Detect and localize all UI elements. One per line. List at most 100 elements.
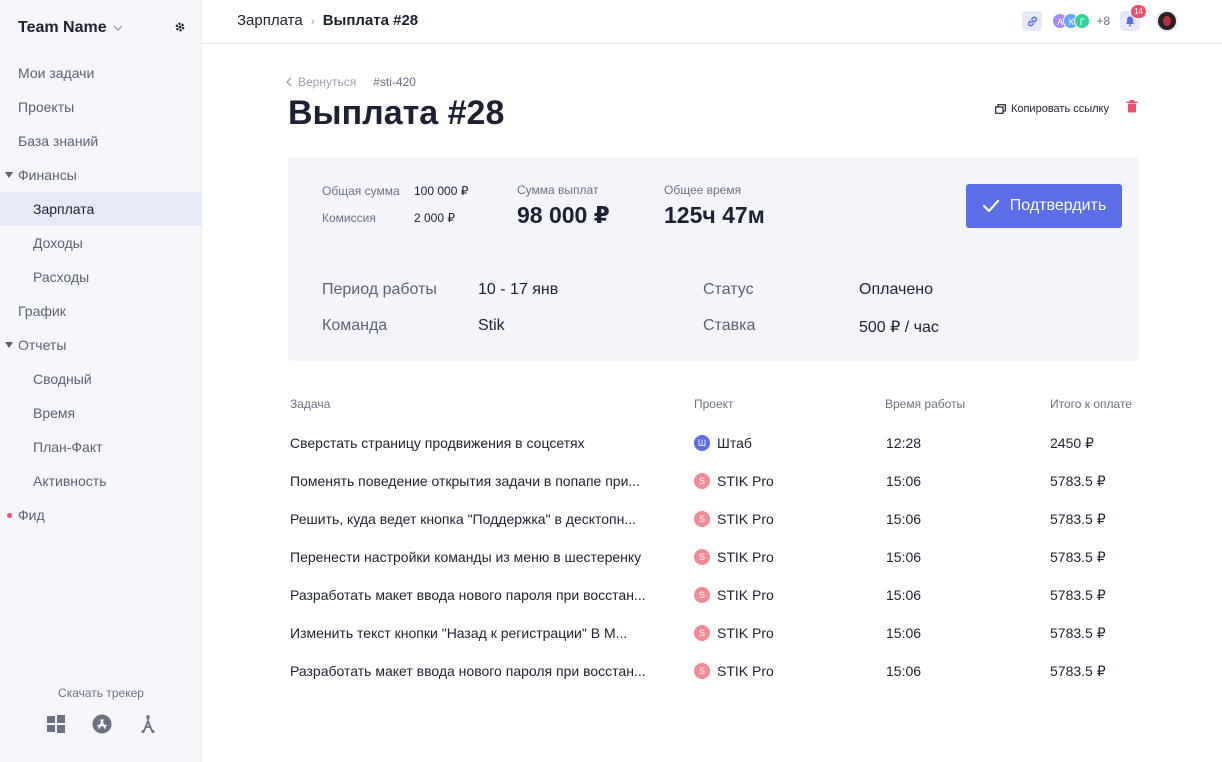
back-link[interactable]: Вернуться bbox=[286, 75, 356, 89]
sidebar-item-finance[interactable]: Финансы bbox=[0, 158, 202, 192]
task-title[interactable]: Разработать макет ввода нового пароля пр… bbox=[290, 586, 670, 604]
chevron-right-icon: › bbox=[310, 13, 315, 28]
sidebar-item-income[interactable]: Доходы bbox=[0, 226, 202, 260]
period-value: 10 - 17 янв bbox=[478, 281, 559, 298]
caret-down-icon bbox=[5, 172, 13, 178]
project-icon: S bbox=[694, 663, 710, 679]
project-cell: S STIK Pro bbox=[694, 548, 774, 566]
trash-icon[interactable] bbox=[1126, 100, 1138, 113]
total-amount: 5783.5 ₽ bbox=[1050, 587, 1106, 603]
project-cell: S STIK Pro bbox=[694, 624, 774, 642]
sidebar-item-label: График bbox=[18, 303, 66, 319]
task-title[interactable]: Разработать макет ввода нового пароля пр… bbox=[290, 662, 670, 680]
sidebar-item-reports[interactable]: Отчеты bbox=[0, 328, 202, 362]
sidebar-item-time[interactable]: Время bbox=[0, 396, 202, 430]
total-amount: 5783.5 ₽ bbox=[1050, 625, 1106, 641]
project-cell: Ш Штаб bbox=[694, 434, 752, 452]
total-time-label: Общее время bbox=[664, 183, 742, 197]
team-value: Stik bbox=[478, 317, 505, 334]
project-cell: S STIK Pro bbox=[694, 472, 774, 490]
task-title[interactable]: Поменять поведение открытия задачи в поп… bbox=[290, 472, 670, 490]
project-icon: Ш bbox=[694, 435, 710, 451]
member-avatars[interactable]: А К Г bbox=[1052, 13, 1091, 29]
table-row[interactable]: Поменять поведение открытия задачи в поп… bbox=[288, 472, 1139, 510]
table-row[interactable]: Изменить текст кнопки "Назад к регистрац… bbox=[288, 624, 1139, 662]
sidebar-item-label: Время bbox=[33, 405, 76, 421]
total-value: 100 000 ₽ bbox=[414, 184, 469, 198]
sidebar: Team Name Мои задачи Проекты База знаний… bbox=[0, 0, 202, 762]
work-time: 15:06 bbox=[886, 663, 922, 679]
project-cell: S STIK Pro bbox=[694, 510, 774, 528]
project-name: STIK Pro bbox=[717, 587, 774, 603]
table-row[interactable]: Разработать макет ввода нового пароля пр… bbox=[288, 586, 1139, 624]
user-avatar[interactable] bbox=[1156, 10, 1178, 32]
sidebar-item-label: Проекты bbox=[18, 99, 75, 115]
copy-link-button[interactable]: Копировать ссылку bbox=[995, 103, 1109, 115]
app-store-icon[interactable] bbox=[92, 714, 112, 734]
task-title[interactable]: Изменить текст кнопки "Назад к регистрац… bbox=[290, 624, 670, 642]
windows-icon[interactable] bbox=[46, 714, 66, 734]
project-name: STIK Pro bbox=[717, 663, 774, 679]
sidebar-item-my-tasks[interactable]: Мои задачи bbox=[0, 56, 202, 90]
sidebar-item-label: Финансы bbox=[18, 167, 77, 183]
commission-label: Комиссия bbox=[322, 211, 376, 225]
status-value: Оплачено bbox=[859, 281, 933, 298]
payout-label: Сумма выплат bbox=[517, 183, 599, 197]
column-header-project[interactable]: Проект bbox=[694, 397, 734, 411]
sidebar-item-summary[interactable]: Сводный bbox=[0, 362, 202, 396]
table-row[interactable]: Решить, куда ведет кнопка "Поддержка" в … bbox=[288, 510, 1139, 548]
sidebar-item-activity[interactable]: Активность bbox=[0, 464, 202, 498]
column-header-task[interactable]: Задача bbox=[290, 397, 330, 411]
task-title[interactable]: Решить, куда ведет кнопка "Поддержка" в … bbox=[290, 510, 670, 528]
column-header-time[interactable]: Время работы bbox=[885, 397, 965, 411]
period-label: Период работы bbox=[322, 281, 437, 298]
project-icon: S bbox=[694, 549, 710, 565]
share-link-button[interactable] bbox=[1022, 11, 1043, 31]
team-switcher[interactable]: Team Name bbox=[18, 18, 194, 38]
sidebar-item-label: Отчеты bbox=[18, 337, 67, 353]
sidebar-item-label: Доходы bbox=[33, 235, 83, 251]
back-row: Вернуться #sti-420 bbox=[286, 75, 416, 89]
payout-summary-card: Общая сумма 100 000 ₽ Комиссия 2 000 ₽ С… bbox=[288, 157, 1139, 361]
rate-label: Ставка bbox=[703, 317, 756, 334]
work-time: 15:06 bbox=[886, 549, 922, 565]
sidebar-item-label: Зарплата bbox=[33, 201, 95, 217]
chevron-left-icon bbox=[286, 77, 292, 87]
confirm-button[interactable]: Подтвердить bbox=[966, 184, 1122, 228]
table-row[interactable]: Перенести настройки команды из меню в ше… bbox=[288, 548, 1139, 586]
total-amount: 5783.5 ₽ bbox=[1050, 663, 1106, 679]
payout-value: 98 000 ₽ bbox=[517, 202, 610, 228]
sidebar-item-label: Активность bbox=[33, 473, 107, 489]
team-name: Team Name bbox=[18, 19, 107, 36]
sidebar-item-expenses[interactable]: Расходы bbox=[0, 260, 202, 294]
project-name: STIK Pro bbox=[717, 511, 774, 527]
unread-dot bbox=[7, 513, 12, 518]
table-row[interactable]: Разработать макет ввода нового пароля пр… bbox=[288, 662, 1139, 700]
sidebar-item-projects[interactable]: Проекты bbox=[0, 90, 202, 124]
total-amount: 5783.5 ₽ bbox=[1050, 549, 1106, 565]
project-name: STIK Pro bbox=[717, 549, 774, 565]
sidebar-item-schedule[interactable]: График bbox=[0, 294, 202, 328]
table-row[interactable]: Сверстать страницу продвижения в соцсетя… bbox=[288, 434, 1139, 472]
top-actions: А К Г +8 14 bbox=[1022, 5, 1178, 32]
project-icon: S bbox=[694, 473, 710, 489]
task-title[interactable]: Сверстать страницу продвижения в соцсетя… bbox=[290, 434, 670, 452]
chevron-down-icon bbox=[113, 25, 123, 31]
linux-icon[interactable] bbox=[138, 714, 158, 734]
more-members-count[interactable]: +8 bbox=[1096, 14, 1110, 28]
project-cell: S STIK Pro bbox=[694, 586, 774, 604]
sidebar-nav: Мои задачи Проекты База знаний Финансы З… bbox=[0, 56, 202, 532]
total-amount: 5783.5 ₽ bbox=[1050, 473, 1106, 489]
sidebar-item-feed[interactable]: Фид bbox=[0, 498, 202, 532]
sidebar-item-label: Мои задачи bbox=[18, 65, 95, 81]
sidebar-item-plan-fact[interactable]: План-Факт bbox=[0, 430, 202, 464]
sidebar-item-salary[interactable]: Зарплата bbox=[0, 192, 202, 226]
notifications-button[interactable]: 14 bbox=[1120, 5, 1146, 31]
sidebar-item-knowledge-base[interactable]: База знаний bbox=[0, 124, 202, 158]
project-icon: S bbox=[694, 625, 710, 641]
task-title[interactable]: Перенести настройки команды из меню в ше… bbox=[290, 548, 670, 566]
breadcrumb-parent[interactable]: Зарплата bbox=[237, 12, 303, 29]
gear-icon[interactable] bbox=[174, 21, 186, 33]
sidebar-item-label: Фид bbox=[18, 507, 45, 523]
column-header-total[interactable]: Итого к оплате bbox=[1050, 397, 1132, 411]
